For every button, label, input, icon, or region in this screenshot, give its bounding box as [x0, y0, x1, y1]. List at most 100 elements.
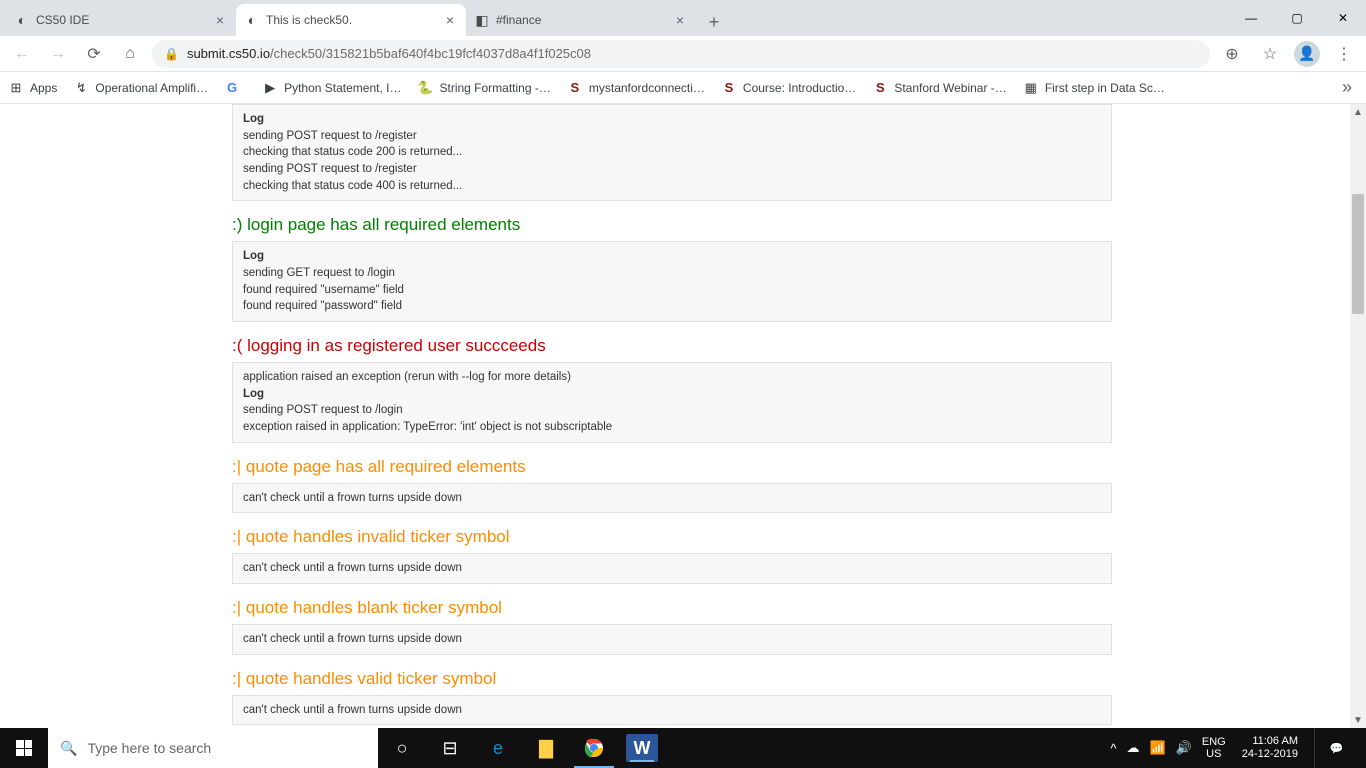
edge-icon[interactable]: e	[474, 728, 522, 768]
browser-tab-2[interactable]: ◧ #finance ×	[466, 4, 696, 36]
windows-taskbar: 🔍 Type here to search ○ ⊟ e ▇ W ^ ☁ 📶 🔊 …	[0, 728, 1366, 768]
lang-secondary: US	[1202, 748, 1226, 760]
bookmark-item[interactable]: ▦First step in Data Sc…	[1023, 80, 1165, 96]
chrome-icon[interactable]	[570, 728, 618, 768]
scrollbar[interactable]: ▲ ▼	[1350, 104, 1366, 728]
bookmark-overflow-button[interactable]: »	[1342, 77, 1358, 98]
log-line: Log	[243, 111, 1101, 128]
tray-wifi-icon[interactable]: 📶	[1150, 740, 1166, 756]
check-title: :) login page has all required elements	[232, 215, 1112, 235]
file-explorer-icon[interactable]: ▇	[522, 728, 570, 768]
clock-date: 24-12-2019	[1242, 748, 1298, 761]
browser-toolbar: ← → ⟳ ⌂ 🔒 submit.cs50.io/check50/315821b…	[0, 36, 1366, 72]
bookmark-label: Apps	[30, 81, 57, 95]
minimize-button[interactable]: —	[1228, 0, 1274, 36]
clock-time: 11:06 AM	[1242, 735, 1298, 748]
search-placeholder: Type here to search	[87, 740, 211, 756]
check-log: can't check until a frown turns upside d…	[232, 483, 1112, 514]
new-tab-button[interactable]: +	[700, 8, 728, 36]
url-host: submit.cs50.io	[187, 46, 270, 61]
log-line: exception raised in application: TypeErr…	[243, 419, 1101, 436]
bookmark-item[interactable]: ▶ Python Statement, I…	[262, 80, 401, 96]
address-bar[interactable]: 🔒 submit.cs50.io/check50/315821b5baf640f…	[152, 40, 1210, 68]
log-line: found required "password" field	[243, 298, 1101, 315]
browser-tab-0[interactable]: ◐ CS50 IDE ×	[6, 4, 236, 36]
taskbar-search[interactable]: 🔍 Type here to search	[48, 728, 378, 768]
close-icon[interactable]: ×	[672, 12, 688, 28]
check-log: Logsending POST request to /registerchec…	[232, 104, 1112, 201]
log-line: sending POST request to /register	[243, 128, 1101, 145]
language-indicator[interactable]: ENG US	[1202, 736, 1226, 760]
tray-chevron-up-icon[interactable]: ^	[1110, 741, 1116, 756]
scroll-down-icon[interactable]: ▼	[1350, 712, 1366, 728]
check-title: :| quote handles valid ticker symbol	[232, 669, 1112, 689]
bookmark-label: Python Statement, I…	[284, 81, 401, 95]
home-button[interactable]: ⌂	[116, 40, 144, 68]
menu-button[interactable]: ⋮	[1330, 40, 1358, 68]
start-button[interactable]	[0, 728, 48, 768]
bookmark-icon: G	[224, 80, 240, 96]
bookmark-label: mystanfordconnecti…	[589, 81, 705, 95]
bookmark-label: String Formatting -…	[439, 81, 550, 95]
task-icons: ○ ⊟ e ▇ W	[378, 728, 666, 768]
maximize-button[interactable]: ▢	[1274, 0, 1320, 36]
log-line: can't check until a frown turns upside d…	[243, 631, 1101, 648]
tab-title: #finance	[496, 13, 666, 27]
close-icon[interactable]: ×	[212, 12, 228, 28]
forward-button[interactable]: →	[44, 40, 72, 68]
close-icon[interactable]: ×	[442, 12, 458, 28]
bookmark-icon: 🐍	[417, 80, 433, 96]
page-viewport: Logsending POST request to /registerchec…	[0, 104, 1366, 728]
bookmark-label: Operational Amplifi…	[95, 81, 208, 95]
action-center-button[interactable]: 💬	[1314, 728, 1358, 768]
scroll-up-icon[interactable]: ▲	[1350, 104, 1366, 120]
tab-strip: ◐ CS50 IDE × ◐ This is check50. × ◧ #fin…	[0, 0, 1366, 36]
word-icon[interactable]: W	[626, 734, 658, 762]
search-icon: 🔍	[60, 740, 77, 757]
log-line: checking that status code 400 is returne…	[243, 178, 1101, 195]
log-line: sending GET request to /login	[243, 265, 1101, 282]
browser-tab-1[interactable]: ◐ This is check50. ×	[236, 4, 466, 36]
check-title: :( logging in as registered user succcee…	[232, 336, 1112, 356]
check-log: application raised an exception (rerun w…	[232, 362, 1112, 443]
bookmark-icon: ↯	[73, 80, 89, 96]
log-line: checking that status code 200 is returne…	[243, 144, 1101, 161]
site-icon: ◧	[474, 12, 490, 28]
task-view-button[interactable]: ⊟	[426, 728, 474, 768]
log-line: can't check until a frown turns upside d…	[243, 490, 1101, 507]
url-path: /check50/315821b5baf640f4bc19fcf4037d8a4…	[270, 46, 591, 61]
bookmark-item[interactable]: G	[224, 80, 246, 96]
close-window-button[interactable]: ✕	[1320, 0, 1366, 36]
check-title: :| quote handles blank ticker symbol	[232, 598, 1112, 618]
tray-onedrive-icon[interactable]: ☁	[1127, 740, 1140, 756]
windows-icon	[16, 740, 32, 756]
log-line: sending POST request to /login	[243, 402, 1101, 419]
bookmark-item[interactable]: SCourse: Introductio…	[721, 80, 856, 96]
scroll-thumb[interactable]	[1352, 194, 1364, 314]
back-button[interactable]: ←	[8, 40, 36, 68]
lang-primary: ENG	[1202, 736, 1226, 748]
taskbar-clock[interactable]: 11:06 AM 24-12-2019	[1236, 735, 1304, 761]
reload-button[interactable]: ⟳	[80, 40, 108, 68]
lock-icon: 🔒	[164, 47, 179, 61]
globe-icon: ◐	[14, 12, 30, 28]
cortana-button[interactable]: ○	[378, 728, 426, 768]
bookmark-item[interactable]: ↯ Operational Amplifi…	[73, 80, 208, 96]
tab-title: CS50 IDE	[36, 13, 206, 27]
tab-title: This is check50.	[266, 13, 436, 27]
log-line: Log	[243, 386, 1101, 403]
apps-button[interactable]: ⊞Apps	[8, 80, 57, 96]
check-title: :| quote page has all required elements	[232, 457, 1112, 477]
check-log: Logsending GET request to /login found re…	[232, 241, 1112, 322]
log-line: Log	[243, 248, 1101, 265]
bookmark-item[interactable]: SStanford Webinar -…	[872, 80, 1007, 96]
bookmark-icon: S	[872, 80, 888, 96]
bookmark-item[interactable]: Smystanfordconnecti…	[567, 80, 705, 96]
bookmark-icon: ▶	[262, 80, 278, 96]
star-icon[interactable]: ☆	[1256, 40, 1284, 68]
zoom-icon[interactable]: ⊕	[1218, 40, 1246, 68]
bookmark-item[interactable]: 🐍 String Formatting -…	[417, 80, 550, 96]
profile-avatar[interactable]: 👤	[1294, 41, 1320, 67]
check-title: :| quote handles invalid ticker symbol	[232, 527, 1112, 547]
tray-volume-icon[interactable]: 🔊	[1176, 740, 1192, 756]
